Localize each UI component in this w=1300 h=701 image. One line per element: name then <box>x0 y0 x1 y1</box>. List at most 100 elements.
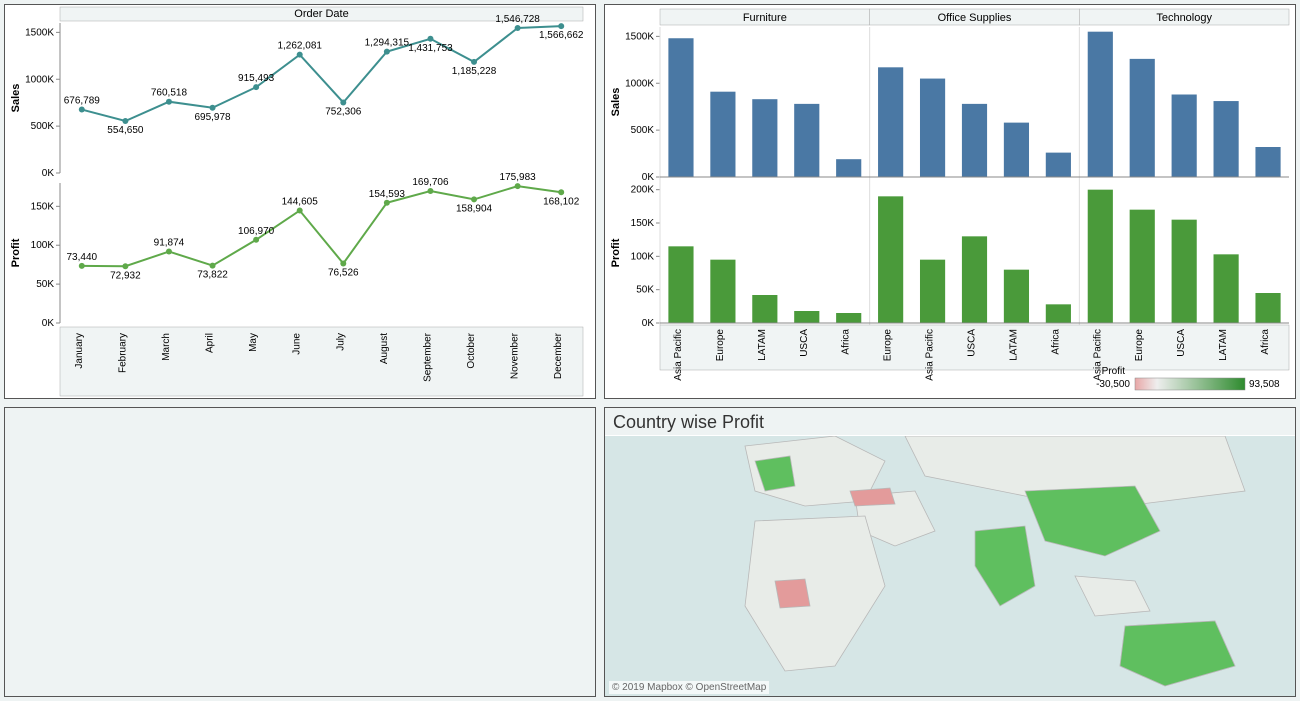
profit-line <box>82 186 561 266</box>
month-label: February <box>117 333 128 373</box>
sales-point[interactable] <box>515 25 521 31</box>
sales-bar[interactable] <box>920 79 945 177</box>
profit-bar[interactable] <box>794 311 819 323</box>
month-label: September <box>422 332 433 382</box>
profit-value-label: 91,874 <box>154 238 185 249</box>
profit-bar[interactable] <box>920 260 945 323</box>
sales-bar[interactable] <box>1004 123 1029 177</box>
profit-bar[interactable] <box>836 313 861 323</box>
month-label: August <box>379 333 390 364</box>
sales-point[interactable] <box>297 52 303 58</box>
profit-ytick: 50K <box>36 279 54 290</box>
sales-point[interactable] <box>427 36 433 42</box>
sales-bar[interactable] <box>710 92 735 177</box>
blank-panel <box>4 407 596 697</box>
profit-ytick: 100K <box>31 240 55 251</box>
sales-bar[interactable] <box>752 99 777 177</box>
sales-point[interactable] <box>210 105 216 111</box>
profit-point[interactable] <box>558 189 564 195</box>
bar-category-label: Europe <box>883 329 894 362</box>
profit-point[interactable] <box>166 249 172 255</box>
sales-bar[interactable] <box>1255 147 1280 177</box>
map-country-negative[interactable] <box>850 488 895 506</box>
month-label: July <box>335 333 346 351</box>
sales-point[interactable] <box>166 99 172 105</box>
profit-bar[interactable] <box>1130 210 1155 323</box>
sales-point[interactable] <box>471 59 477 65</box>
profit-bar[interactable] <box>668 246 693 323</box>
bar-category-label: Europe <box>1134 329 1145 362</box>
month-label: June <box>292 333 303 355</box>
facet-header: Furniture <box>743 12 787 24</box>
profit-point[interactable] <box>297 208 303 214</box>
month-label: November <box>510 332 521 379</box>
map-attribution: © 2019 Mapbox © OpenStreetMap <box>609 681 769 694</box>
profit-bar[interactable] <box>1214 254 1239 323</box>
bar-category-label: Africa <box>841 329 852 355</box>
sales-point[interactable] <box>79 107 85 113</box>
profit-bar[interactable] <box>962 236 987 323</box>
profit-bar[interactable] <box>1255 293 1280 323</box>
bar-sales-ytick: 1000K <box>625 78 654 89</box>
profit-point[interactable] <box>427 188 433 194</box>
profit-bar[interactable] <box>878 196 903 323</box>
map-country-negative[interactable] <box>775 579 810 608</box>
profit-value-label: 158,904 <box>456 203 493 214</box>
sales-bar[interactable] <box>794 104 819 177</box>
profit-point[interactable] <box>122 263 128 269</box>
sales-bar[interactable] <box>1046 153 1071 177</box>
bar-profit-ytick: 100K <box>631 251 655 262</box>
sales-ytick: 0K <box>42 168 55 179</box>
sales-value-label: 1,294,315 <box>365 38 410 49</box>
profit-bar[interactable] <box>710 260 735 323</box>
bar-category-label: USCA <box>967 329 978 357</box>
sales-bar[interactable] <box>1214 101 1239 177</box>
profit-value-label: 72,932 <box>110 270 141 281</box>
sales-ylabel: Sales <box>10 84 22 113</box>
profit-bar[interactable] <box>752 295 777 323</box>
bar-category-label: Asia Pacific <box>673 329 684 381</box>
bar-category-label: USCA <box>799 329 810 357</box>
category-region-panel: FurnitureOffice SuppliesTechnology0K500K… <box>604 4 1296 399</box>
profit-point[interactable] <box>253 237 259 243</box>
profit-point[interactable] <box>384 200 390 206</box>
month-label: March <box>161 333 172 361</box>
sales-bar[interactable] <box>1172 95 1197 178</box>
profit-value-label: 169,706 <box>412 177 449 188</box>
profit-bar[interactable] <box>1088 190 1113 323</box>
legend-max: 93,508 <box>1249 379 1280 390</box>
bar-sales-ytick: 1500K <box>625 31 654 42</box>
bar-profit-ytick: 50K <box>636 285 654 296</box>
sales-bar[interactable] <box>1088 32 1113 177</box>
sales-bar[interactable] <box>836 159 861 177</box>
bar-profit-ylabel: Profit <box>610 238 622 267</box>
line-chart-title: Order Date <box>294 8 348 20</box>
sales-bar[interactable] <box>878 67 903 177</box>
sales-point[interactable] <box>558 23 564 29</box>
sales-point[interactable] <box>340 99 346 105</box>
bar-sales-ytick: 0K <box>642 172 655 183</box>
profit-value-label: 106,970 <box>238 226 275 237</box>
profit-value-label: 76,526 <box>328 267 359 278</box>
profit-bar[interactable] <box>1172 220 1197 323</box>
profit-point[interactable] <box>340 260 346 266</box>
map-body[interactable]: © 2019 Mapbox © OpenStreetMap <box>605 436 1295 696</box>
sales-bar[interactable] <box>668 38 693 177</box>
sales-point[interactable] <box>253 84 259 90</box>
sales-bar[interactable] <box>962 104 987 177</box>
sales-bar[interactable] <box>1130 59 1155 177</box>
sales-value-label: 1,431,753 <box>408 43 453 54</box>
bar-category-label: LATAM <box>1218 329 1229 361</box>
sales-point[interactable] <box>122 118 128 124</box>
sales-point[interactable] <box>384 49 390 55</box>
bar-sales-ytick: 500K <box>631 125 655 136</box>
profit-point[interactable] <box>471 196 477 202</box>
profit-bar[interactable] <box>1046 304 1071 323</box>
profit-value-label: 175,983 <box>500 172 537 183</box>
month-label: January <box>74 333 85 369</box>
profit-point[interactable] <box>515 183 521 189</box>
monthly-trend-panel: Order Date0K500K1000K1500KSales0K50K100K… <box>4 4 596 399</box>
profit-bar[interactable] <box>1004 270 1029 323</box>
profit-point[interactable] <box>210 263 216 269</box>
profit-point[interactable] <box>79 263 85 269</box>
